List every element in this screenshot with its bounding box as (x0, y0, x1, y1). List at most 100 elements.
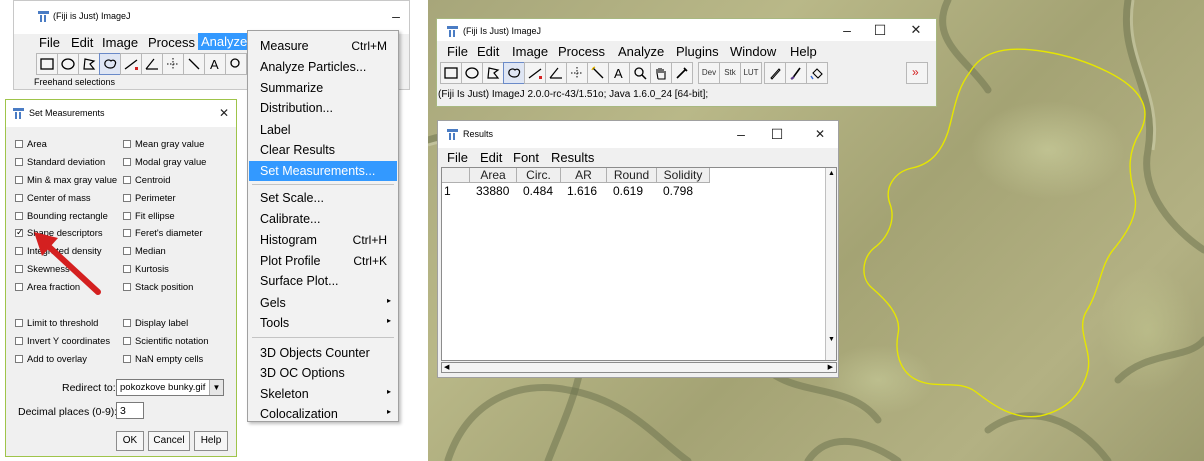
oval-tool[interactable] (461, 62, 483, 84)
menu-item-calibrate[interactable]: Calibrate... (249, 209, 397, 229)
angle-tool[interactable] (545, 62, 567, 84)
line-tool[interactable] (524, 62, 546, 84)
scroll-down-icon[interactable]: ▼ (828, 336, 835, 343)
menu-file[interactable]: File (39, 35, 60, 50)
menu-item-histogram[interactable]: Histogram Ctrl+H (249, 230, 397, 250)
more-tools-button[interactable]: » (906, 62, 928, 84)
flood-fill-tool[interactable] (806, 62, 828, 84)
wand-tool[interactable] (587, 62, 609, 84)
menu-file[interactable]: File (447, 150, 468, 165)
menu-font[interactable]: Font (513, 150, 539, 165)
ok-button[interactable]: OK (116, 431, 144, 451)
menu-help[interactable]: Help (790, 44, 817, 59)
results-titlebar[interactable]: Results – ☐ ✕ (438, 121, 838, 148)
developer-menu-button[interactable]: Dev (698, 62, 720, 84)
text-tool[interactable]: A (608, 62, 630, 84)
line-tool[interactable] (120, 53, 142, 75)
left-status-text: Freehand selections (34, 77, 116, 87)
polygon-tool[interactable] (482, 62, 504, 84)
maximize-icon[interactable]: ☐ (870, 21, 890, 39)
close-icon[interactable]: ✕ (810, 125, 830, 143)
freehand-tool[interactable] (99, 53, 121, 75)
menu-item-clear-results[interactable]: Clear Results (249, 140, 397, 160)
submenu-arrow-icon: ▸ (386, 296, 391, 305)
minimize-icon[interactable]: – (731, 125, 751, 143)
menu-item-3d-oc-options[interactable]: 3D OC Options (249, 363, 397, 383)
zoom-tool[interactable] (225, 53, 247, 75)
menu-item-set-measurements[interactable]: Set Measurements... (249, 161, 397, 181)
table-header[interactable]: AR (561, 168, 607, 183)
rectangle-tool[interactable] (36, 53, 58, 75)
set-measurements-titlebar[interactable]: Set Measurements ✕ (6, 100, 236, 127)
menu-image[interactable]: Image (102, 35, 138, 50)
menu-item-set-scale[interactable]: Set Scale... (249, 188, 397, 208)
minimize-icon[interactable]: – (386, 7, 406, 25)
horizontal-scrollbar[interactable]: ◀ ▶ (441, 362, 837, 373)
rectangle-tool[interactable] (440, 62, 462, 84)
menu-item-measure[interactable]: Measure Ctrl+M (249, 36, 397, 56)
cancel-button[interactable]: Cancel (148, 431, 190, 451)
menu-image[interactable]: Image (512, 44, 548, 59)
menu-item-3d-objects-counter[interactable]: 3D Objects Counter (249, 343, 397, 363)
redirect-select[interactable]: pokozkove bunky.gif ▼ (116, 379, 224, 396)
table-header[interactable]: Solidity (657, 168, 710, 183)
menu-edit[interactable]: Edit (477, 44, 499, 59)
menu-edit[interactable]: Edit (480, 150, 502, 165)
menu-file[interactable]: File (447, 44, 468, 59)
menu-item-skeleton[interactable]: Skeleton ▸ (249, 384, 397, 404)
minimize-icon[interactable]: – (837, 21, 857, 39)
menu-process[interactable]: Process (558, 44, 605, 59)
brush-tool[interactable] (785, 62, 807, 84)
polygon-tool[interactable] (78, 53, 100, 75)
pencil-tool[interactable] (764, 62, 786, 84)
help-button[interactable]: Help (194, 431, 228, 451)
close-icon[interactable]: ✕ (214, 104, 234, 122)
menu-analyze[interactable]: Analyze (198, 33, 251, 50)
scroll-left-icon[interactable]: ◀ (444, 363, 449, 371)
menu-separator (252, 337, 394, 338)
menu-item-tools[interactable]: Tools ▸ (249, 313, 397, 333)
text-tool[interactable]: A (204, 53, 226, 75)
lut-menu-button[interactable]: LUT (740, 62, 762, 84)
scroll-right-icon[interactable]: ▶ (828, 363, 833, 371)
hand-tool[interactable] (650, 62, 672, 84)
menu-item-summarize[interactable]: Summarize (249, 78, 397, 98)
zoom-tool[interactable] (629, 62, 651, 84)
wand-tool[interactable] (183, 53, 205, 75)
menu-results[interactable]: Results (551, 150, 594, 165)
menu-plugins[interactable]: Plugins (676, 44, 719, 59)
menu-edit[interactable]: Edit (71, 35, 93, 50)
menu-item-surface-plot[interactable]: Surface Plot... (249, 271, 397, 291)
vertical-scrollbar[interactable]: ▲ ▼ (825, 168, 836, 360)
menu-item-plot-profile[interactable]: Plot Profile Ctrl+K (249, 251, 397, 271)
table-header[interactable]: Area (470, 168, 517, 183)
menu-analyze[interactable]: Analyze (618, 44, 664, 59)
angle-tool[interactable] (141, 53, 163, 75)
freehand-tool[interactable] (503, 62, 525, 84)
point-tool[interactable] (566, 62, 588, 84)
table-cell-index: 1 (444, 184, 451, 198)
table-row[interactable]: 1 33880 0.484 1.616 0.619 0.798 (442, 184, 827, 199)
submenu-arrow-icon: ▸ (386, 407, 391, 416)
right-imagej-titlebar[interactable]: (Fiji Is Just) ImageJ – ☐ ✕ (437, 19, 936, 41)
menu-item-gels[interactable]: Gels ▸ (249, 293, 397, 313)
right-toolbar: A Dev Stk LUT » (440, 62, 935, 86)
color-picker-tool[interactable] (671, 62, 693, 84)
menu-item-analyze-particles[interactable]: Analyze Particles... (249, 57, 397, 77)
scroll-up-icon[interactable]: ▲ (828, 170, 835, 177)
decimal-places-input[interactable]: 3 (116, 402, 144, 419)
close-icon[interactable]: ✕ (906, 21, 926, 39)
menu-item-colocalization[interactable]: Colocalization ▸ (249, 404, 397, 424)
oval-tool[interactable] (57, 53, 79, 75)
menu-process[interactable]: Process (148, 35, 195, 50)
point-tool[interactable] (162, 53, 184, 75)
menu-item-label[interactable]: Label (249, 120, 397, 140)
table-header[interactable]: Round (607, 168, 657, 183)
analyze-dropdown-menu: Measure Ctrl+M Analyze Particles... Summa… (247, 30, 399, 422)
menu-window[interactable]: Window (730, 44, 776, 59)
menu-item-distribution[interactable]: Distribution... (249, 98, 397, 118)
table-header[interactable]: Circ. (517, 168, 561, 183)
maximize-icon[interactable]: ☐ (767, 125, 787, 143)
stacks-menu-button[interactable]: Stk (719, 62, 741, 84)
table-cell: 33880 (476, 184, 510, 198)
